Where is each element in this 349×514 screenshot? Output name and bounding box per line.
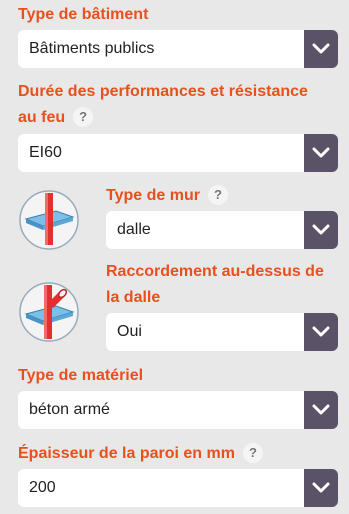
wall-type-value: dalle (117, 221, 151, 238)
building-type-select[interactable]: Bâtiments publics (18, 30, 338, 68)
chevron-down-icon[interactable] (304, 134, 338, 172)
fire-resistance-label-line2: au feu (18, 109, 66, 126)
material-type-label: Type de matériel (18, 363, 143, 389)
wall-thickness-label: Épaisseur de la paroi en mm? (18, 441, 263, 467)
fire-resistance-label-line1: Durée des performances et résistance (18, 83, 308, 100)
chevron-down-icon[interactable] (304, 30, 338, 68)
fire-resistance-value: EI60 (29, 144, 62, 161)
help-icon[interactable]: ? (242, 443, 263, 463)
wall-thickness-value: 200 (29, 479, 56, 496)
fire-resistance-label: Durée des performances et résistance au … (18, 79, 338, 131)
material-type-select[interactable]: béton armé (18, 391, 338, 429)
wall-type-label: Type de mur? (106, 183, 228, 209)
wall-thickness-select[interactable]: 200 (18, 469, 338, 507)
connection-above-label-line2: la dalle (106, 289, 161, 306)
help-icon[interactable]: ? (73, 107, 94, 127)
material-type-value: béton armé (29, 401, 110, 418)
wall-type-label-text: Type de mur (106, 187, 200, 204)
building-type-label: Type de bâtiment (18, 2, 148, 28)
building-type-value: Bâtiments publics (29, 40, 155, 57)
pipe-through-slab-icon (18, 189, 80, 251)
connection-above-label-line1: Raccordement au-dessus de (106, 263, 324, 280)
wall-type-select[interactable]: dalle (106, 211, 338, 249)
chevron-down-icon[interactable] (304, 391, 338, 429)
building-type-label-text: Type de bâtiment (18, 6, 149, 23)
help-icon[interactable]: ? (207, 185, 228, 205)
chevron-down-icon[interactable] (304, 211, 338, 249)
chevron-down-icon[interactable] (304, 313, 338, 351)
fire-resistance-select[interactable]: EI60 (18, 134, 338, 172)
pipe-connection-above-slab-icon (18, 281, 80, 343)
connection-above-select[interactable]: Oui (106, 313, 338, 351)
connection-above-label: Raccordement au-dessus de la dalle (106, 259, 342, 311)
wall-thickness-label-text: Épaisseur de la paroi en mm (18, 445, 235, 462)
connection-above-value: Oui (117, 323, 142, 340)
chevron-down-icon[interactable] (304, 469, 338, 507)
material-type-label-text: Type de matériel (18, 367, 144, 384)
